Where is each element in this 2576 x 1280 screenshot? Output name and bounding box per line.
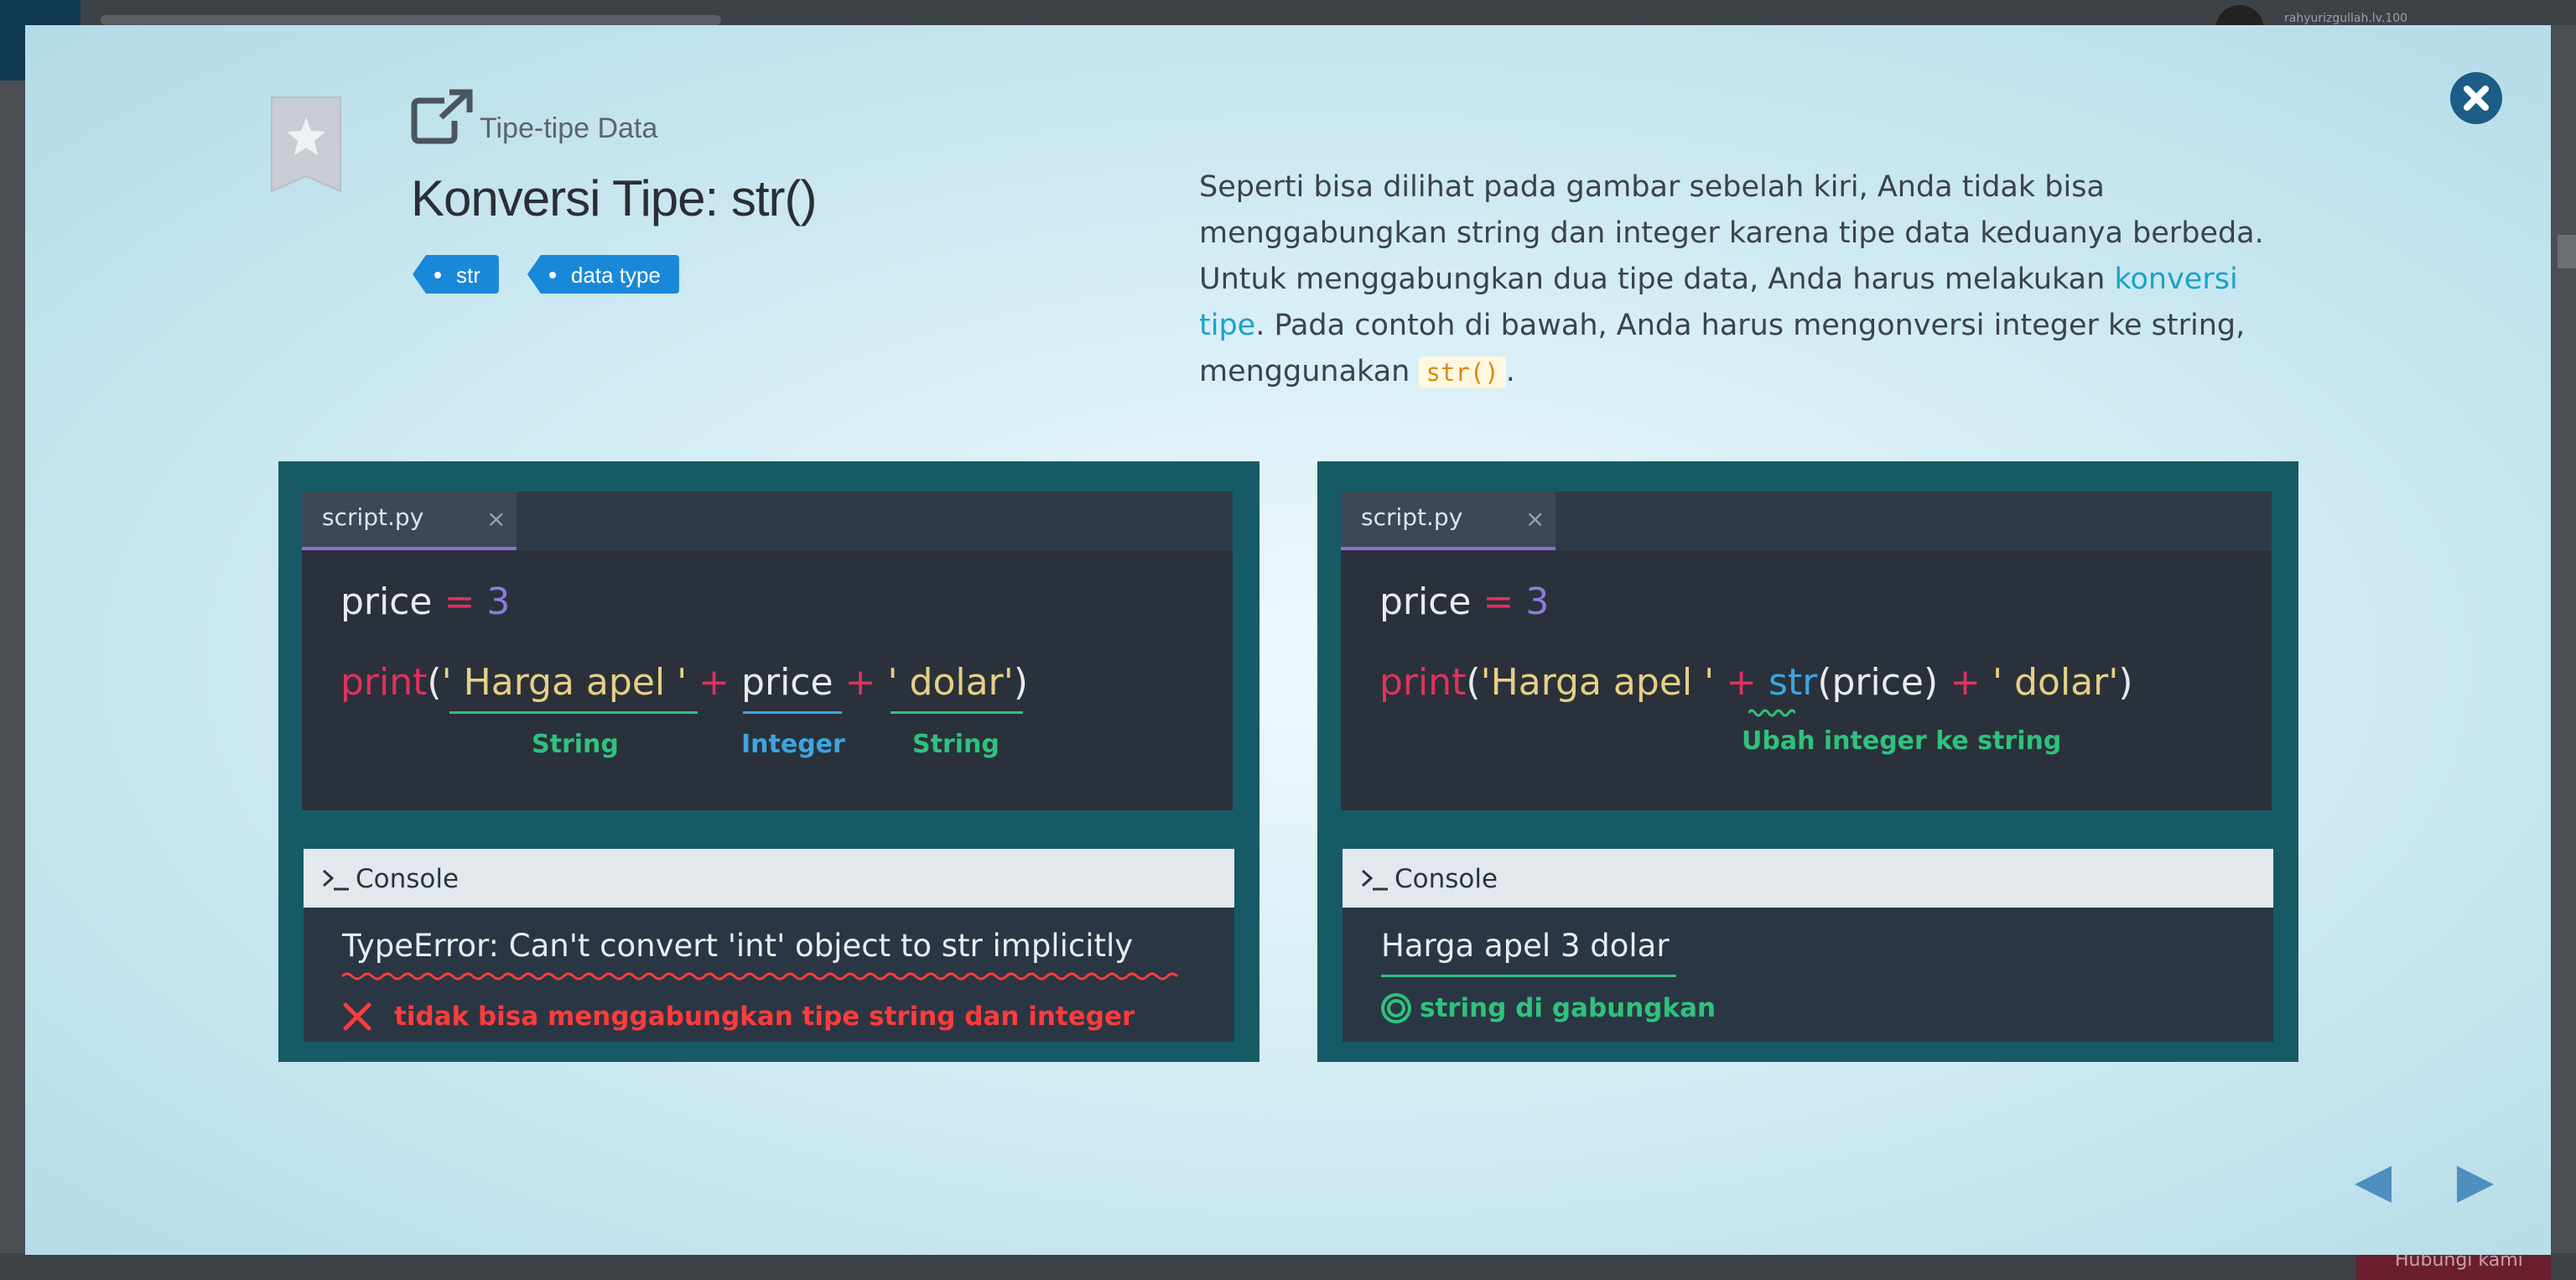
console-output: TypeError: Can't convert 'int' object to… bbox=[342, 928, 1134, 964]
tab-close-icon[interactable]: × bbox=[486, 505, 506, 533]
error-squiggle bbox=[342, 972, 1179, 981]
tab-script-py[interactable]: script.py × bbox=[302, 492, 517, 550]
cross-icon bbox=[343, 1002, 371, 1031]
code-token: print bbox=[340, 661, 428, 704]
external-link-icon[interactable] bbox=[411, 89, 473, 144]
background-user-name: rahyurizgullah.lv.100 bbox=[2284, 12, 2408, 25]
background-scrollbar bbox=[2558, 235, 2576, 268]
code-token: + bbox=[844, 661, 876, 704]
code-editor: script.py × price = 3 print('Harga apel … bbox=[1341, 492, 2272, 810]
success-note: string di gabungkan bbox=[1420, 993, 1716, 1023]
console-output-area: Harga apel 3 dolar string di gabungkan bbox=[1343, 908, 2273, 1042]
lesson-modal: Tipe-tipe Data Konversi Tipe: str() str … bbox=[25, 25, 2551, 1255]
code-token: ' dolar' bbox=[887, 661, 1014, 704]
console-header: Console bbox=[1343, 849, 2273, 908]
error-example-panel: script.py × price = 3 print(' Harga apel… bbox=[278, 461, 1259, 1062]
lesson-description: Seperti bisa dilihat pada gambar sebelah… bbox=[1199, 164, 2298, 396]
console-prompt-icon bbox=[322, 869, 349, 891]
description-text: . bbox=[1505, 355, 1515, 388]
tab-close-icon[interactable]: × bbox=[1525, 505, 1545, 533]
close-button[interactable] bbox=[2450, 72, 2502, 124]
code-token: + bbox=[1726, 661, 1758, 704]
code-token: + bbox=[699, 661, 730, 704]
background-search-bar bbox=[101, 15, 721, 25]
tag-list: str data type bbox=[413, 255, 679, 294]
console-title: Console bbox=[1394, 864, 1498, 894]
code-token: = bbox=[1483, 580, 1514, 623]
success-circle-icon bbox=[1381, 993, 1411, 1023]
code-token: ( bbox=[1466, 661, 1481, 704]
code-token: str bbox=[1768, 661, 1818, 704]
code-token: (price) bbox=[1817, 661, 1939, 704]
string-label: String bbox=[912, 730, 1000, 759]
code-line-2: print('Harga apel ' + str(price) + ' dol… bbox=[1379, 661, 2133, 704]
success-example-panel: script.py × price = 3 print('Harga apel … bbox=[1317, 461, 2298, 1062]
code-token: 3 bbox=[1525, 580, 1550, 623]
code-token: ) bbox=[1013, 661, 1028, 704]
code-line-1: price = 3 bbox=[1379, 580, 1549, 623]
code-token: ( bbox=[427, 661, 442, 704]
tab-script-py[interactable]: script.py × bbox=[1341, 492, 1555, 550]
code-token: price bbox=[741, 661, 834, 704]
code-editor: script.py × price = 3 print(' Harga apel… bbox=[302, 492, 1233, 810]
prev-arrow-icon[interactable] bbox=[2351, 1163, 2395, 1206]
editor-tabbar: script.py × bbox=[302, 492, 1233, 550]
code-token: print bbox=[1379, 661, 1467, 704]
console-output-area: TypeError: Can't convert 'int' object to… bbox=[304, 908, 1234, 1042]
background-bottom-bar bbox=[0, 1253, 2576, 1280]
code-line-1: price = 3 bbox=[340, 580, 510, 623]
console-header: Console bbox=[304, 849, 1234, 908]
code-token: + bbox=[1950, 661, 1981, 704]
integer-label: Integer bbox=[741, 730, 845, 759]
description-text: . Pada contoh di bawah, Anda harus mengo… bbox=[1199, 309, 2246, 388]
code-token: ) bbox=[2118, 661, 2133, 704]
editor-tabbar: script.py × bbox=[1341, 492, 2272, 550]
code-line-2: print(' Harga apel ' + price + ' dolar') bbox=[340, 661, 1028, 704]
console-output: Harga apel 3 dolar bbox=[1381, 928, 1670, 964]
string-underline bbox=[449, 711, 698, 714]
str-squiggle bbox=[1748, 709, 1795, 717]
lesson-category: Tipe-tipe Data bbox=[480, 112, 658, 144]
string-underline bbox=[891, 711, 1023, 714]
success-underline bbox=[1381, 975, 1676, 977]
description-text: Seperti bisa dilihat pada gambar sebelah… bbox=[1199, 170, 2264, 296]
next-arrow-icon[interactable] bbox=[2454, 1163, 2497, 1206]
lesson-title: Konversi Tipe: str() bbox=[411, 170, 817, 226]
code-token: 3 bbox=[486, 580, 511, 623]
code-token: 'Harga apel ' bbox=[1480, 661, 1715, 704]
code-token: price bbox=[340, 580, 433, 623]
integer-underline bbox=[743, 711, 842, 714]
code-token: price bbox=[1379, 580, 1472, 623]
code-token: ' dolar' bbox=[1992, 661, 2119, 704]
console-prompt-icon bbox=[1361, 869, 1388, 891]
tag-data-type[interactable]: data type bbox=[527, 255, 679, 294]
string-label: String bbox=[532, 730, 619, 759]
code-token: ' Harga apel ' bbox=[441, 661, 688, 704]
tab-label: script.py bbox=[322, 503, 424, 531]
tab-label: script.py bbox=[1361, 503, 1463, 531]
error-note: tidak bisa menggabungkan tipe string dan… bbox=[394, 1002, 1135, 1032]
tag-str[interactable]: str bbox=[413, 255, 499, 294]
console-title: Console bbox=[356, 864, 460, 894]
bookmark-icon[interactable] bbox=[268, 96, 344, 193]
conversion-label: Ubah integer ke string bbox=[1742, 726, 2062, 756]
inline-code: str() bbox=[1419, 356, 1506, 388]
close-icon bbox=[2464, 86, 2489, 111]
code-token: = bbox=[444, 580, 475, 623]
